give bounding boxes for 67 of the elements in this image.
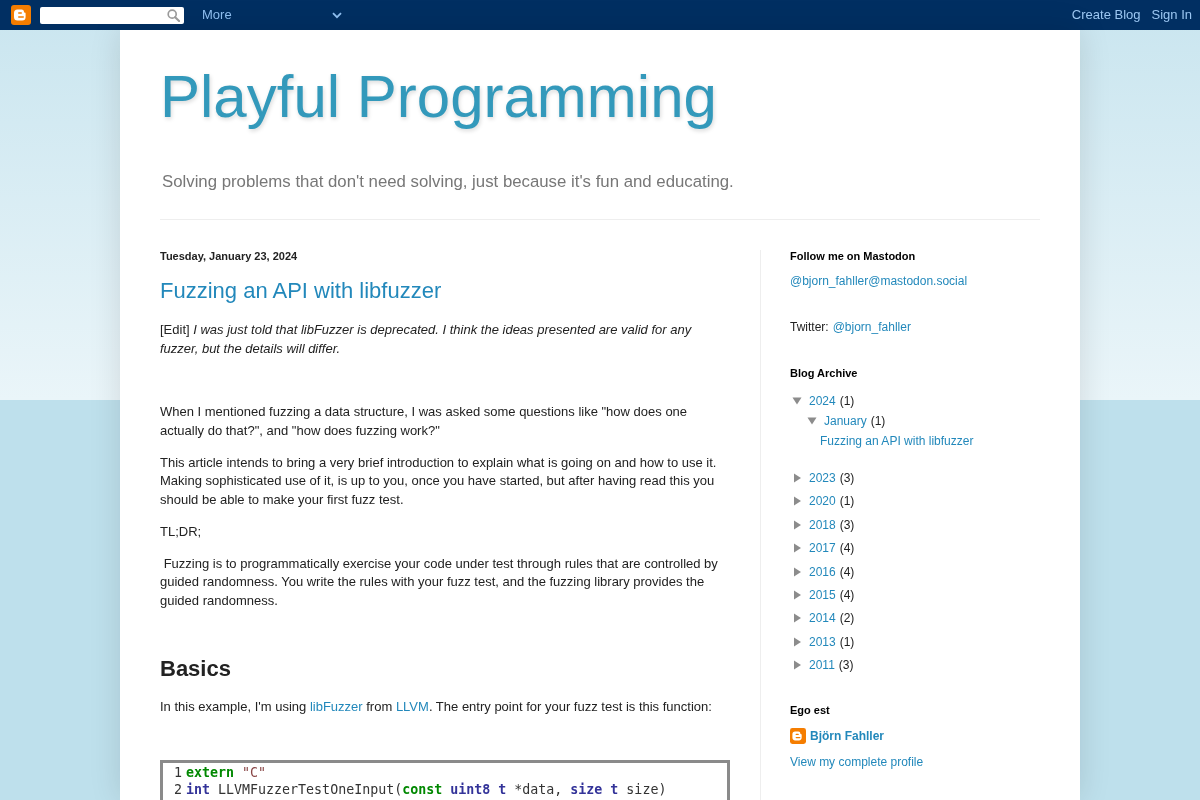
archive-link[interactable]: 2023 bbox=[809, 469, 836, 488]
post-paragraph: [Edit] I was just told that libFuzzer is deprecated. I think the ideas presented are valid for any fuzzer, but the details will differ. bbox=[160, 321, 693, 358]
archive-count: (4) bbox=[839, 587, 855, 605]
archive-link[interactable]: 2014 bbox=[809, 609, 836, 628]
caret-right-icon[interactable] bbox=[793, 519, 802, 530]
archive-post-link[interactable]: Fuzzing an API with libfuzzer bbox=[820, 431, 974, 450]
archive-count: (3) bbox=[839, 516, 855, 534]
archive-count: (1) bbox=[839, 493, 855, 511]
archive-link[interactable]: 2018 bbox=[809, 515, 836, 534]
widget-title: Blog Archive bbox=[790, 367, 859, 380]
profile-name-link[interactable]: Björn Fahller bbox=[810, 726, 884, 745]
blogger-logo-icon bbox=[790, 727, 806, 744]
archive-count: (3) bbox=[838, 657, 854, 675]
archive-count: (1) bbox=[839, 633, 855, 651]
inline-link[interactable]: LLVM bbox=[395, 698, 429, 714]
caret-right-icon[interactable] bbox=[793, 613, 802, 624]
view-profile-link[interactable]: View my complete profile bbox=[790, 752, 924, 771]
caret-down-icon[interactable] bbox=[807, 416, 817, 425]
archive-count: (4) bbox=[839, 540, 855, 558]
archive-count: (4) bbox=[839, 563, 855, 581]
caret-right-icon[interactable] bbox=[793, 566, 802, 577]
archive-link[interactable]: 2015 bbox=[809, 586, 836, 605]
widget-title: Follow me on Mastodon bbox=[790, 250, 917, 263]
link-label: Twitter: bbox=[790, 320, 829, 335]
post-title[interactable]: Fuzzing an API with libfuzzer bbox=[160, 278, 442, 304]
chevron-down-icon bbox=[332, 11, 342, 19]
post-date: Tuesday, January 23, 2024 bbox=[160, 250, 299, 263]
archive-count: (1) bbox=[839, 392, 855, 410]
archive-link[interactable]: January bbox=[824, 411, 867, 430]
blog-description: Solving problems that don't need solving, just because it's fun and educating. bbox=[162, 172, 735, 192]
post-paragraph: In this example, I'm using libFuzzer from LLVM. The entry point for your fuzz test is this function: bbox=[160, 697, 713, 716]
post-paragraph: Fuzzing is to programmatically exercise your code under test through rules that are controlled by guided randomness. You write the rules with your fuzz test, and the fuzzing library provides the guided randomness. bbox=[160, 554, 719, 610]
archive-count: (2) bbox=[839, 610, 855, 628]
archive-link[interactable]: 2017 bbox=[809, 539, 836, 558]
widget-title: Ego est bbox=[790, 704, 831, 718]
archive-link[interactable]: 2024 bbox=[809, 391, 836, 410]
archive-link[interactable]: 2020 bbox=[809, 492, 836, 511]
search-icon[interactable] bbox=[167, 8, 180, 22]
archive-link[interactable]: 2016 bbox=[809, 562, 836, 581]
post-paragraph: TL;DR; bbox=[160, 522, 203, 541]
search-field[interactable] bbox=[40, 6, 184, 24]
section-heading: Basics bbox=[160, 655, 232, 682]
archive-count: (1) bbox=[870, 412, 886, 430]
profile-link[interactable]: @bjorn_fahller bbox=[832, 320, 911, 335]
code-line: int LLVMFuzzerTestOneInput(const uint8 t *data, size t size) bbox=[186, 781, 667, 798]
caret-right-icon[interactable] bbox=[793, 496, 802, 507]
blog-title[interactable]: Playful Programming bbox=[160, 61, 717, 133]
archive-link[interactable]: 2011 bbox=[809, 656, 835, 675]
post-paragraph: This article intends to bring a very brief introduction to explain what is going on and how to use it. Making sophisticated use of it, is up to you, once you have started, but after having read this you should be able to make your first fuzz test. bbox=[160, 453, 718, 509]
archive-link[interactable]: 2013 bbox=[809, 632, 836, 651]
inline-link[interactable]: libFuzzer bbox=[309, 698, 363, 714]
line-number: 2 bbox=[174, 781, 182, 798]
profile-link[interactable]: @bjorn_fahller@mastodon.social bbox=[790, 274, 968, 289]
caret-right-icon[interactable] bbox=[793, 473, 802, 484]
line-number: 1 bbox=[174, 765, 182, 782]
caret-right-icon[interactable] bbox=[793, 660, 802, 671]
nav-link[interactable]: Create Blog bbox=[1071, 5, 1141, 25]
archive-count: (3) bbox=[839, 470, 855, 488]
nav-link[interactable]: Sign In bbox=[1151, 5, 1192, 25]
caret-down-icon[interactable] bbox=[792, 396, 802, 405]
caret-right-icon[interactable] bbox=[793, 636, 802, 647]
caret-right-icon[interactable] bbox=[793, 543, 802, 554]
blogger-logo-icon[interactable] bbox=[11, 5, 31, 25]
code-line: extern "C" bbox=[186, 765, 267, 782]
post-paragraph: When I mentioned fuzzing a data structure, I was asked some questions like "how does one actually do that?", and "how does fuzzing work?" bbox=[160, 403, 689, 440]
caret-right-icon[interactable] bbox=[793, 590, 802, 601]
more-menu-button[interactable]: More bbox=[195, 3, 345, 27]
